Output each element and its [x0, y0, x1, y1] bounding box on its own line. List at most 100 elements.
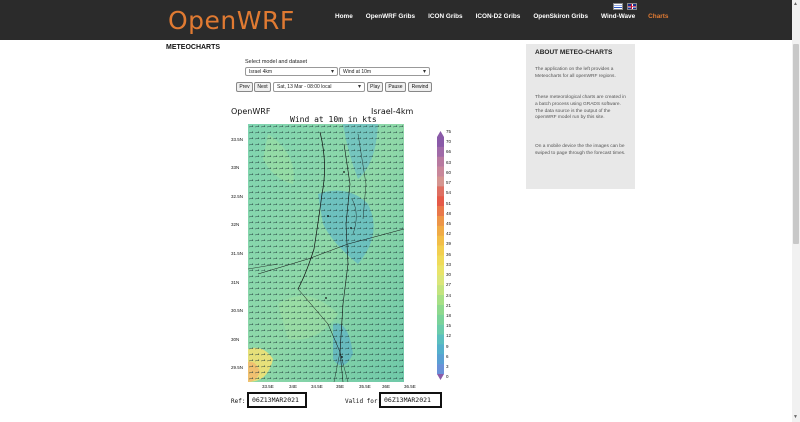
colorbar-segment [437, 314, 444, 325]
colorbar-label: 24 [446, 292, 452, 298]
lon-label: 34.5E [311, 384, 323, 389]
sidebar-paragraph: The application on the left provides a M… [535, 67, 616, 79]
colorbar-label: 70 [446, 139, 452, 145]
colorbar-segment [437, 245, 444, 256]
sidebar-title: ABOUT METEO-CHARTS [535, 49, 613, 56]
lon-label: 35.5E [359, 384, 371, 389]
chart-region: Israel-4km [371, 107, 414, 116]
lat-label: 33N [231, 165, 240, 170]
model-select[interactable]: Israel 4km ▾ [245, 67, 338, 76]
colorbar-label: 36 [446, 251, 452, 257]
colorbar-label: 54 [446, 190, 452, 196]
colorbar-segment [437, 196, 444, 207]
chevron-down-icon: ▾ [357, 84, 361, 90]
colorbar-label: 9 [446, 343, 449, 349]
lon-label: 34E [289, 384, 298, 389]
next-button[interactable]: Next [254, 82, 271, 92]
colorbar-segment [437, 255, 444, 266]
colorbar-segment [437, 216, 444, 227]
colorbar-label: 18 [446, 312, 452, 318]
rewind-button[interactable]: Rewind [408, 82, 432, 92]
dataset-select[interactable]: Wind at 10m ▾ [339, 67, 430, 76]
nav-home[interactable]: Home [335, 13, 353, 20]
sidebar-paragraph: On a mobile device the the images can be… [535, 144, 626, 156]
colorbar-label: 3 [446, 364, 449, 370]
lat-label: 31.5N [231, 251, 244, 256]
israel-flag-icon[interactable] [613, 3, 623, 10]
colorbar-segment [437, 304, 444, 316]
colorbar-segment [437, 344, 444, 355]
valid-time: 06Z13MAR2021 [384, 396, 431, 404]
colorbar-label: 15 [446, 323, 452, 329]
pause-button[interactable]: Pause [385, 82, 406, 92]
lon-label: 36.5E [404, 384, 416, 389]
lat-label: 29.5N [231, 365, 244, 370]
select-label: Select model and dataset [245, 59, 308, 65]
nav-icon-d2-gribs[interactable]: ICON-D2 Gribs [476, 13, 521, 20]
lon-label: 35E [336, 384, 345, 389]
uk-flag-icon[interactable] [627, 3, 637, 10]
colorbar-label: 12 [446, 333, 452, 339]
colorbar [437, 131, 444, 380]
site-logo[interactable]: OpenWRF [168, 6, 295, 35]
valid-label: Valid for: [345, 398, 382, 405]
top-navbar: OpenWRF Home OpenWRF Gribs ICON Gribs IC… [0, 0, 800, 40]
lat-label: 32N [231, 222, 240, 227]
lon-label: 33.5E [262, 384, 274, 389]
colorbar-segment [437, 285, 444, 296]
colorbar-label: 42 [446, 231, 452, 237]
ref-time: 06Z13MAR2021 [252, 396, 299, 404]
colorbar-segment [437, 156, 444, 167]
colorbar-label: 21 [446, 302, 452, 308]
language-flags [613, 3, 637, 10]
colorbar-segment [437, 275, 444, 286]
lat-label: 31N [231, 280, 240, 285]
colorbar-label: 0 [446, 374, 449, 380]
colorbar-segment [437, 295, 444, 306]
colorbar-segment [437, 176, 444, 187]
prev-button[interactable]: Prev [236, 82, 253, 92]
nav-openwrf-gribs[interactable]: OpenWRF Gribs [366, 13, 415, 20]
colorbar-label: 51 [446, 200, 452, 206]
colorbar-segment [437, 235, 444, 246]
chart-title: Wind at 10m in kts [290, 115, 377, 124]
ref-time-box: 06Z13MAR2021 [247, 392, 307, 408]
page-scrollbar[interactable]: ▲ ▼ [792, 0, 800, 422]
valid-time-box: 06Z13MAR2021 [379, 392, 442, 408]
colorbar-segment [437, 334, 444, 345]
lat-label: 32.5N [231, 194, 244, 199]
colorbar-segment [437, 265, 444, 276]
datetime-select[interactable]: Sat, 13 Mar - 08:00 local ▾ [273, 82, 365, 92]
page-title: METEOCHARTS [166, 44, 221, 51]
scroll-up-icon[interactable]: ▲ [793, 1, 798, 7]
scroll-down-icon[interactable]: ▼ [793, 414, 798, 420]
colorbar-segment [437, 166, 444, 177]
colorbar-label: 66 [446, 149, 452, 155]
colorbar-label: 6 [446, 353, 449, 359]
colorbar-label: 27 [446, 282, 452, 288]
nav-wind-wave[interactable]: Wind-Wave [601, 13, 635, 20]
chart-source: OpenWRF [231, 107, 271, 116]
nav-icon-gribs[interactable]: ICON Gribs [428, 13, 462, 20]
colorbar-label: 48 [446, 210, 452, 216]
nav-openskiron-gribs[interactable]: OpenSkiron Gribs [533, 13, 588, 20]
ref-label: Ref: [231, 398, 246, 405]
colorbar-segment [437, 137, 444, 148]
colorbar-label: 60 [446, 169, 452, 175]
nav-charts[interactable]: Charts [648, 13, 668, 20]
lat-label: 30N [231, 337, 240, 342]
colorbar-segment [437, 324, 444, 335]
wind-map[interactable] [248, 124, 404, 382]
datetime-select-value: Sat, 13 Mar - 08:00 local [277, 84, 332, 90]
model-select-value: Israel 4km [249, 69, 273, 75]
main-nav: Home OpenWRF Gribs ICON Gribs ICON-D2 Gr… [335, 13, 681, 20]
chevron-down-icon: ▾ [330, 69, 334, 75]
about-sidebar: ABOUT METEO-CHARTS The application on th… [526, 44, 635, 189]
colorbar-segment [437, 354, 444, 365]
lat-label: 30.5N [231, 308, 244, 313]
colorbar-label: 63 [446, 159, 452, 165]
colorbar-label: 57 [446, 180, 452, 186]
scroll-thumb[interactable] [793, 44, 799, 244]
dataset-select-value: Wind at 10m [343, 69, 372, 75]
play-button[interactable]: Play [367, 82, 383, 92]
